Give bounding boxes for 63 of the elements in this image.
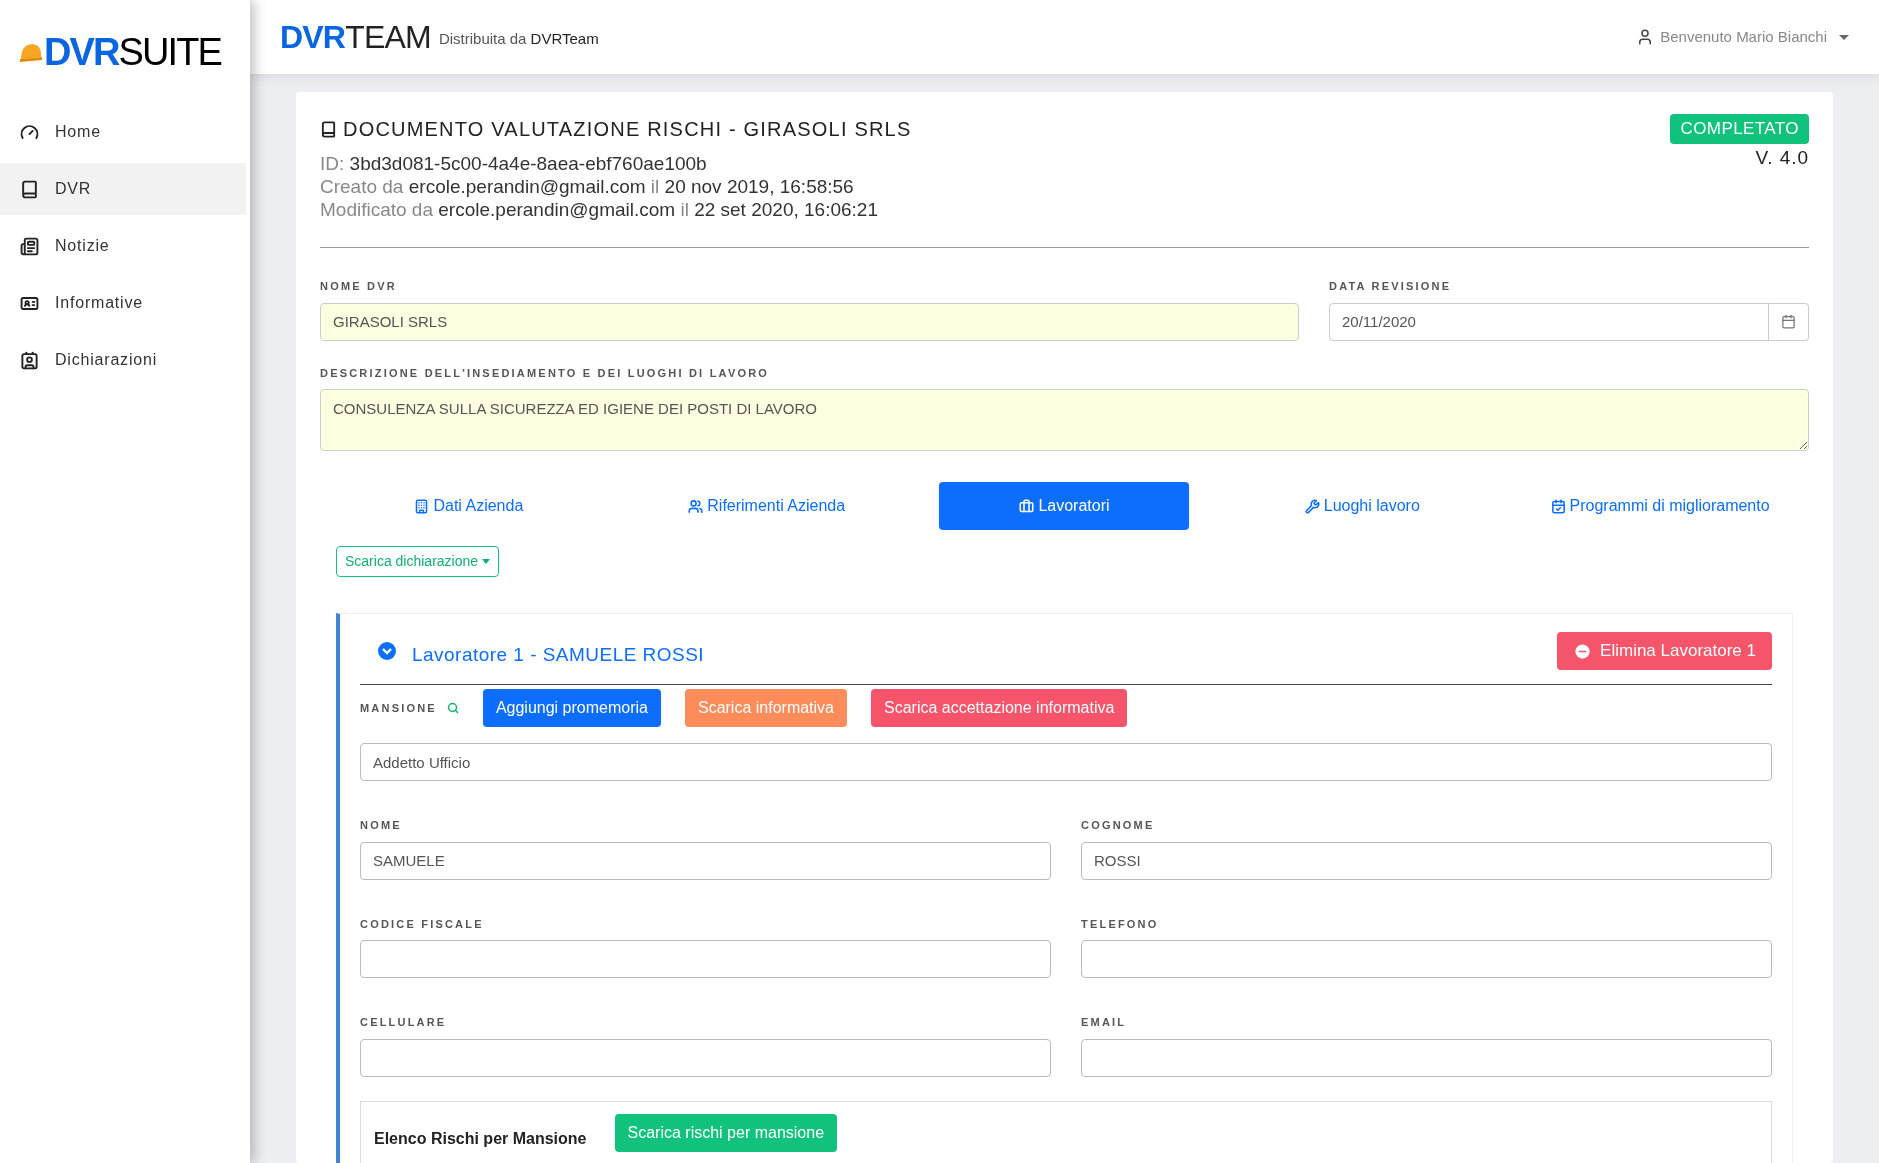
field-label: NOME DVR: [320, 279, 398, 294]
contact-card-icon: [20, 350, 39, 370]
field-label: EMAIL: [1081, 1015, 1128, 1030]
book-icon: [320, 120, 337, 138]
worker-title: Lavoratore 1 - SAMUELE ROSSI: [412, 642, 705, 667]
version-label: V. 4.0: [1755, 145, 1809, 170]
field-label: DESCRIZIONE DELL'INSEDIAMENTO E DEI LUOGHI DI LAVORO: [320, 365, 771, 381]
tab[interactable]: Lavoratori: [939, 482, 1190, 530]
tagline: Distribuita da DVRTeam: [438, 28, 599, 49]
logo-text: DVRSUITE: [44, 33, 221, 71]
chevron-circle-icon[interactable]: [378, 642, 396, 660]
text-area[interactable]: CONSULENZA SULLA SICUREZZA ED IGIENE DEI POSTI DI LAVORO: [320, 389, 1809, 451]
document-meta: Modificato da ercole.perandin@gmail.com il 22 set 2020, 16:06:21: [320, 198, 879, 221]
sidebar-item[interactable]: Home: [0, 106, 246, 158]
calendar-check-icon: [1550, 498, 1566, 514]
brand-logo: DVRTEAM: [280, 21, 431, 53]
users-icon: [688, 498, 704, 514]
text-field[interactable]: [1081, 1038, 1772, 1077]
caret-icon: [1839, 34, 1849, 40]
field-label: TELEFONO: [1081, 916, 1160, 932]
field-label: DATA REVISIONE: [1329, 279, 1453, 294]
book-icon: [20, 179, 39, 199]
text-field[interactable]: [360, 940, 1051, 978]
caret-icon: [482, 559, 491, 564]
document-meta: ID: 3bd3d081-5c00-4a4e-8aea-ebf760ae100b: [320, 152, 708, 175]
risks-title: Elenco Rischi per Mansione: [374, 1128, 587, 1149]
field-label: CODICE FISCALE: [360, 916, 485, 932]
download-dropdown[interactable]: Scarica dichiarazione: [336, 546, 500, 577]
building-icon: [414, 498, 430, 514]
text-field[interactable]: ROSSI: [1081, 841, 1772, 880]
document-title: DOCUMENTO VALUTAZIONE RISCHI - GIRASOLI SRLS: [343, 117, 912, 142]
delete-button[interactable]: Elimina Lavoratore 1: [1557, 632, 1772, 670]
action-button[interactable]: Scarica accettazione informativa: [871, 689, 1128, 727]
document-meta: Creato da ercole.perandin@gmail.com il 20 nov 2019, 16:58:56: [320, 175, 855, 198]
tab[interactable]: Riferimenti Azienda: [682, 482, 852, 530]
date-field[interactable]: 20/11/2020: [1329, 302, 1769, 341]
calendar-button[interactable]: [1769, 302, 1809, 341]
sidebar-item[interactable]: Informative: [0, 277, 246, 329]
calendar-icon: [1781, 314, 1796, 329]
sidebar-item[interactable]: DVR: [0, 163, 246, 215]
sidebar-item[interactable]: Notizie: [0, 220, 246, 272]
text-field[interactable]: [1081, 940, 1772, 978]
minus-circle-icon: [1573, 641, 1593, 661]
search-icon[interactable]: [446, 702, 459, 714]
action-button[interactable]: Aggiungi promemoria: [482, 689, 661, 727]
tab[interactable]: Programmi di miglioramento: [1544, 482, 1776, 530]
sidebar-item[interactable]: Dichiarazioni: [0, 334, 246, 386]
tab[interactable]: Dati Azienda: [408, 482, 530, 530]
status-badge: COMPLETATO: [1670, 114, 1809, 144]
user-menu[interactable]: Benvenuto Mario Bianchi: [1636, 25, 1849, 49]
field-label: COGNOME: [1081, 818, 1156, 833]
wrench-icon: [1304, 498, 1320, 514]
field-label: CELLULARE: [360, 1015, 448, 1030]
tab[interactable]: Luoghi lavoro: [1298, 482, 1426, 530]
briefcase-icon: [1019, 498, 1035, 514]
text-field[interactable]: [360, 1038, 1051, 1077]
field-label: MANSIONE: [360, 700, 437, 716]
text-field[interactable]: Addetto Ufficio: [360, 743, 1772, 781]
newspaper-icon: [20, 236, 39, 256]
text-field[interactable]: GIRASOLI SRLS: [320, 302, 1299, 341]
field-label: NOME: [360, 818, 403, 833]
text-field[interactable]: SAMUELE: [360, 841, 1051, 880]
gauge-icon: [20, 122, 39, 142]
